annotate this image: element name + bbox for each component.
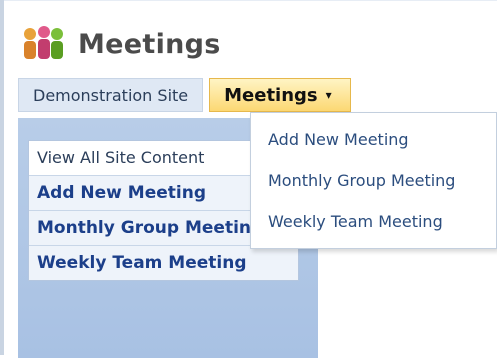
topnav-demonstration-site[interactable]: Demonstration Site xyxy=(18,78,204,112)
page-header: Meetings xyxy=(20,24,221,64)
meeting-people-icon xyxy=(20,24,66,64)
menu-item-add-new-meeting[interactable]: Add New Meeting xyxy=(251,119,496,160)
top-bar xyxy=(4,0,497,9)
window-left-border xyxy=(0,0,4,355)
menu-item-weekly-team-meeting[interactable]: Weekly Team Meeting xyxy=(251,201,496,242)
quicklaunch-weekly-team-meeting[interactable]: Weekly Team Meeting xyxy=(29,246,298,280)
page-title: Meetings xyxy=(78,28,221,60)
top-navigation: Demonstration Site Meetings ▾ xyxy=(18,78,351,112)
meetings-dropdown-menu: Add New Meeting Monthly Group Meeting We… xyxy=(250,112,497,249)
menu-item-monthly-group-meeting[interactable]: Monthly Group Meeting xyxy=(251,160,496,201)
topnav-meetings-label: Meetings xyxy=(224,84,318,106)
topnav-meetings[interactable]: Meetings ▾ xyxy=(209,78,351,112)
chevron-down-icon: ▾ xyxy=(325,88,332,102)
